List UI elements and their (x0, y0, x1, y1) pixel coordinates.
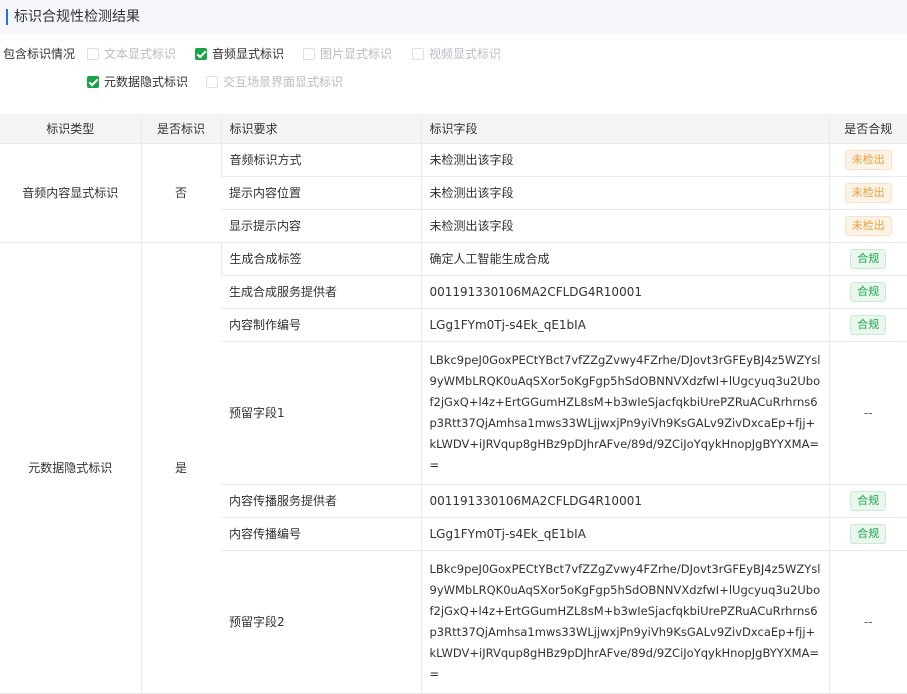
cell-compliance: 合规 (828, 275, 907, 309)
cell-requirement: 内容传播编号 (221, 517, 421, 551)
status-badge: 合规 (850, 490, 887, 511)
column-header-compliance: 是否合规 (828, 114, 907, 144)
cell-requirement: 预留字段1 (221, 341, 421, 485)
identifier-filter-panel: 包含标识情况 文本显式标识 音频显式标识 图片显式标识 视频显式标识 元数据隐式… (0, 34, 907, 114)
cell-field: 001191330106MA2CFLDG4R10001 (420, 484, 829, 518)
status-badge: 合规 (850, 523, 887, 544)
cell-field: 未检测出该字段 (420, 176, 829, 210)
checkbox-label: 元数据隐式标识 (104, 75, 189, 89)
status-badge: 合规 (850, 248, 887, 269)
cell-requirement: 提示内容位置 (221, 176, 421, 210)
cell-requirement: 生成合成标签 (220, 242, 421, 276)
checkbox-icon (303, 48, 315, 60)
table-row: 音频内容显式标识 否 音频标识方式 未检测出该字段 未检出 (0, 143, 907, 243)
cell-compliance: -- (828, 341, 907, 485)
cell-requirement: 显示提示内容 (221, 209, 421, 243)
cell-field: 确定人工智能生成合成 (420, 242, 829, 276)
cell-identifier-type: 音频内容显式标识 (0, 143, 141, 243)
cell-compliance: 合规 (828, 242, 907, 276)
checkbox-label: 交互场景界面显式标识 (223, 75, 344, 89)
checkbox-label: 图片显式标识 (320, 47, 393, 61)
cell-requirement: 内容传播服务提供者 (221, 484, 421, 518)
checkbox-image-explicit[interactable]: 图片显式标识 (303, 46, 392, 62)
status-badge: 未检出 (844, 215, 892, 236)
cell-requirement: 音频标识方式 (220, 143, 421, 177)
cell-compliance: 合规 (828, 308, 907, 342)
cell-compliance: 未检出 (828, 176, 907, 210)
checkbox-checked-icon (195, 48, 207, 60)
cell-compliance: 未检出 (828, 143, 907, 177)
cell-field: LBkc9peJ0GoxPECtYBct7vfZZgZvwy4FZrhe/DJo… (420, 341, 829, 485)
cell-compliance: 未检出 (828, 209, 907, 243)
cell-field: LGg1FYm0Tj-s4Ek_qE1bIA (420, 517, 829, 551)
cell-field: 001191330106MA2CFLDG4R10001 (420, 275, 829, 309)
cell-is-marked: 否 (140, 143, 221, 243)
page-title: 标识合规性检测结果 (14, 9, 140, 25)
cell-requirement: 预留字段2 (221, 550, 421, 694)
cell-compliance: -- (828, 550, 907, 694)
cell-requirement: 生成合成服务提供者 (221, 275, 421, 309)
compliance-results-table: 标识类型 是否标识 标识要求 标识字段 是否合规 音频内容显式标识 否 音频标识… (0, 114, 907, 694)
checkbox-label: 文本显式标识 (104, 47, 177, 61)
column-header-type: 标识类型 (0, 114, 141, 144)
cell-compliance: 合规 (828, 517, 907, 551)
table-row: 元数据隐式标识 是 生成合成标签 确定人工智能生成合成 合规 (0, 242, 907, 694)
cell-field: LBkc9peJ0GoxPECtYBct7vfZZgZvwy4FZrhe/DJo… (420, 550, 829, 694)
filter-label: 包含标识情况 (3, 47, 76, 61)
cell-identifier-type: 元数据隐式标识 (0, 242, 141, 694)
cell-field: 未检测出该字段 (420, 209, 829, 243)
cell-field: 未检测出该字段 (420, 143, 829, 177)
checkbox-audio-explicit[interactable]: 音频显式标识 (195, 46, 284, 62)
column-header-marked: 是否标识 (140, 114, 221, 144)
column-header-requirement: 标识要求 (220, 114, 421, 144)
cell-requirement: 内容制作编号 (221, 308, 421, 342)
section-header: 标识合规性检测结果 (0, 0, 907, 34)
checkbox-icon (206, 76, 218, 88)
title-accent-bar (6, 9, 8, 25)
status-badge: 未检出 (844, 182, 892, 203)
cell-field: LGg1FYm0Tj-s4Ek_qE1bIA (420, 308, 829, 342)
status-badge: 未检出 (844, 149, 892, 170)
cell-is-marked: 是 (140, 242, 221, 694)
cell-compliance: 合规 (828, 484, 907, 518)
checkbox-text-explicit[interactable]: 文本显式标识 (87, 46, 176, 62)
checkbox-checked-icon (87, 76, 99, 88)
checkbox-label: 音频显式标识 (212, 47, 285, 61)
status-badge: 合规 (850, 281, 887, 302)
checkbox-video-explicit[interactable]: 视频显式标识 (412, 46, 501, 62)
column-header-field: 标识字段 (420, 114, 829, 144)
status-badge: 合规 (850, 314, 887, 335)
checkbox-icon (412, 48, 424, 60)
checkbox-interaction-explicit[interactable]: 交互场景界面显式标识 (206, 74, 343, 90)
checkbox-label: 视频显式标识 (429, 47, 502, 61)
checkbox-metadata-implicit[interactable]: 元数据隐式标识 (87, 74, 188, 90)
checkbox-icon (87, 48, 99, 60)
